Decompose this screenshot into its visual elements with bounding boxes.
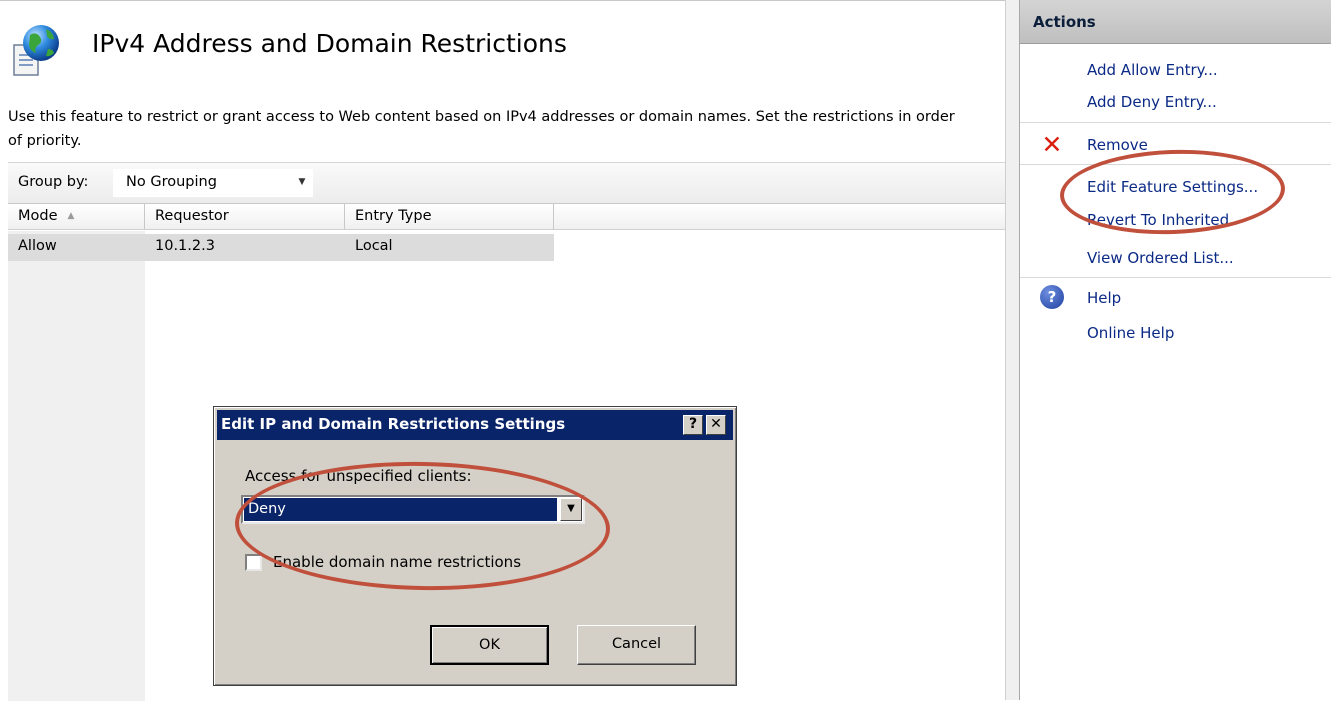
column-header-label: Requestor [155,208,229,224]
access-label: Access for unspecified clients: [245,467,472,485]
edit-feature-settings-link[interactable]: Edit Feature Settings... [1087,178,1258,196]
close-icon[interactable]: ✕ [706,415,726,435]
dialog-titlebar[interactable]: Edit IP and Domain Restrictions Settings… [217,410,733,440]
cell-requestor: 10.1.2.3 [155,238,215,254]
page-title: IPv4 Address and Domain Restrictions [92,29,567,58]
actions-header: Actions [1020,0,1331,44]
list-header: Mode ▲ Requestor Entry Type [8,204,1005,231]
domain-restrictions-checkbox[interactable] [245,554,262,571]
red-x-icon[interactable]: ✕ [1040,132,1064,157]
actions-pane: Actions Add Allow Entry... Add Deny Entr… [1019,0,1331,700]
column-header-entry-type[interactable]: Entry Type [345,204,554,230]
add-allow-entry-link[interactable]: Add Allow Entry... [1087,61,1218,79]
group-by-dropdown[interactable]: No Grouping ▼ [113,169,313,197]
access-dropdown[interactable]: Deny ▼ [241,495,585,524]
table-row[interactable]: Allow 10.1.2.3 Local [8,234,554,261]
group-by-bar: Group by: No Grouping ▼ [8,162,1005,204]
column-header-requestor[interactable]: Requestor [145,204,345,230]
add-deny-entry-link[interactable]: Add Deny Entry... [1087,93,1217,111]
access-selected-value: Deny [244,498,557,521]
help-icon[interactable]: ? [1040,285,1064,309]
column-header-label: Entry Type [355,208,432,224]
sort-ascending-icon: ▲ [67,211,75,221]
edit-restrictions-dialog: Edit IP and Domain Restrictions Settings… [213,406,737,686]
online-help-link[interactable]: Online Help [1087,324,1174,342]
cell-entry-type: Local [355,238,393,254]
question-icon[interactable]: ? [683,415,703,435]
view-ordered-list-link[interactable]: View Ordered List... [1087,249,1234,267]
actions-title: Actions [1033,13,1096,31]
actions-divider [1020,122,1331,123]
cancel-button[interactable]: Cancel [577,625,696,665]
help-link[interactable]: Help [1087,289,1121,307]
globe-document-icon [10,23,64,79]
sorted-column-background [8,231,145,701]
group-by-value: No Grouping [126,174,217,190]
actions-divider [1020,164,1331,165]
pane-splitter[interactable] [1005,0,1019,700]
ok-button[interactable]: OK [430,625,549,665]
actions-divider [1020,277,1331,278]
remove-link[interactable]: Remove [1087,136,1148,154]
chevron-down-icon[interactable]: ▼ [295,172,309,192]
cell-mode: Allow [18,238,57,254]
dialog-title: Edit IP and Domain Restrictions Settings [221,415,566,433]
column-header-filler [554,204,1005,230]
domain-restrictions-label[interactable]: Enable domain name restrictions [273,553,521,571]
group-by-label: Group by: [18,174,89,190]
revert-to-inherited-link[interactable]: Revert To Inherited [1087,211,1229,229]
column-header-label: Mode [18,208,58,224]
chevron-down-icon[interactable]: ▼ [560,498,582,521]
column-header-mode[interactable]: Mode ▲ [8,204,145,230]
feature-description: Use this feature to restrict or grant ac… [8,109,955,149]
